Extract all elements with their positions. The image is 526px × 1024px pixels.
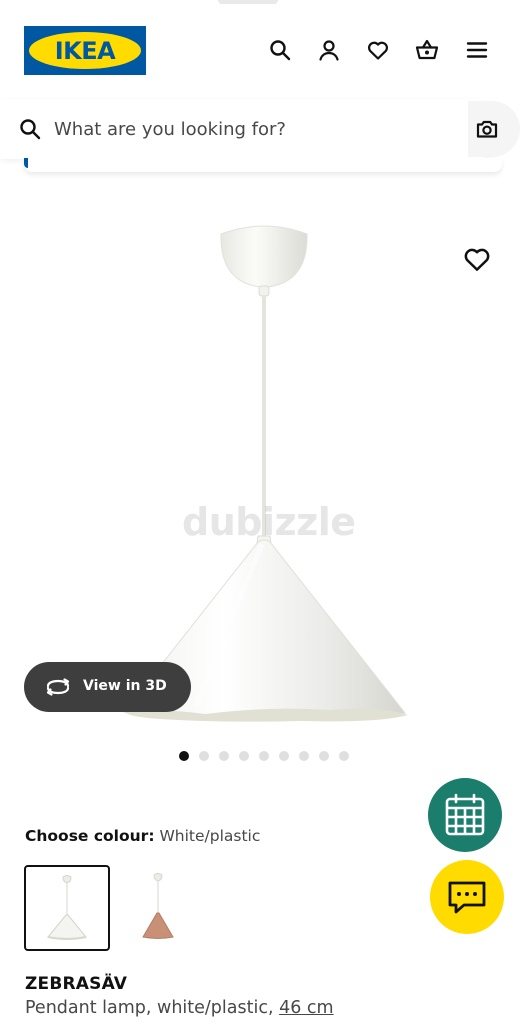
search-icon[interactable] — [268, 38, 292, 62]
gallery-dot[interactable] — [179, 751, 189, 761]
colour-option-copper[interactable] — [115, 865, 201, 951]
site-header: IKEA — [0, 0, 526, 100]
selected-colour-value: White/plastic — [159, 827, 261, 845]
search-icon — [20, 119, 41, 140]
dropdown-card-edge — [24, 158, 502, 172]
gallery-dot[interactable] — [319, 751, 329, 761]
colour-option-white[interactable] — [24, 865, 110, 951]
product-description-text: Pendant lamp, white/plastic, — [25, 998, 274, 1018]
gallery-dot[interactable] — [199, 751, 209, 761]
gallery-dot[interactable] — [279, 751, 289, 761]
gallery-dot[interactable] — [219, 751, 229, 761]
card-accent — [24, 158, 28, 168]
ikea-logo[interactable]: IKEA — [24, 26, 146, 75]
view-in-3d-button[interactable]: View in 3D — [24, 662, 191, 712]
product-image[interactable] — [0, 200, 526, 740]
product-name: ZEBRASÄV — [25, 974, 128, 994]
view-in-3d-label: View in 3D — [83, 678, 167, 694]
search-bar[interactable] — [0, 99, 505, 159]
menu-icon[interactable] — [465, 38, 489, 62]
rotate-3d-icon — [46, 678, 70, 696]
calendar-icon — [445, 793, 485, 836]
basket-icon[interactable] — [415, 38, 439, 62]
book-appointment-button[interactable] — [428, 778, 502, 852]
white-lamp-thumbnail — [47, 875, 87, 940]
heart-icon[interactable] — [366, 38, 390, 62]
watermark: dubizzle — [182, 500, 356, 544]
copper-lamp-thumbnail — [142, 873, 174, 939]
choose-colour-label: Choose colour: — [25, 827, 155, 845]
gallery-dot[interactable] — [299, 751, 309, 761]
camera-icon — [476, 120, 498, 138]
logo-oval: IKEA — [29, 32, 141, 69]
chat-button[interactable] — [430, 860, 504, 934]
wishlist-heart-icon[interactable] — [462, 244, 492, 274]
logo-text: IKEA — [54, 36, 116, 65]
product-size-link[interactable]: 46 cm — [279, 998, 334, 1018]
gallery-dot[interactable] — [339, 751, 349, 761]
chat-icon — [448, 881, 486, 914]
user-icon[interactable] — [317, 38, 341, 62]
product-description: Pendant lamp, white/plastic, 46 cm — [25, 998, 334, 1018]
gallery-dot[interactable] — [239, 751, 249, 761]
choose-colour-row: Choose colour: White/plastic — [25, 827, 260, 845]
camera-search-button[interactable] — [468, 101, 520, 157]
search-input[interactable] — [54, 115, 434, 143]
gallery-dot[interactable] — [259, 751, 269, 761]
gallery-pagination — [179, 751, 359, 761]
